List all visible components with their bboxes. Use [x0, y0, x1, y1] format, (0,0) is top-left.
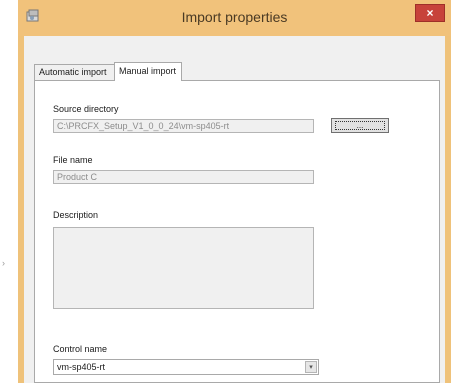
title-bar: Import properties ×: [18, 0, 451, 36]
description-label: Description: [53, 210, 99, 220]
tab-automatic-import[interactable]: Automatic import: [34, 64, 115, 80]
close-button[interactable]: ×: [415, 4, 445, 22]
control-name-value: vm-sp405-rt: [57, 362, 106, 372]
control-name-label: Control name: [53, 344, 108, 354]
window-title: Import properties: [181, 9, 288, 25]
browse-button[interactable]: ...: [331, 118, 389, 133]
description-textarea[interactable]: [53, 227, 314, 309]
tab-manual-import[interactable]: Manual import: [114, 62, 182, 81]
side-arrow-icon: ›: [2, 258, 5, 268]
dialog-client-area: Automatic import Manual import Source di…: [24, 36, 445, 383]
chevron-down-icon[interactable]: ▾: [305, 361, 317, 373]
browse-button-label: ...: [335, 121, 385, 130]
manual-import-panel: Source directory C:\PRCFX_Setup_V1_0_0_2…: [34, 80, 440, 383]
file-name-label: File name: [53, 155, 93, 165]
source-directory-field[interactable]: C:\PRCFX_Setup_V1_0_0_24\vm-sp405-rt: [53, 119, 314, 133]
source-directory-label: Source directory: [53, 104, 119, 114]
control-name-combobox[interactable]: vm-sp405-rt ▾: [53, 359, 319, 375]
file-name-field[interactable]: Product C: [53, 170, 314, 184]
import-properties-window: Import properties × Automatic import Man…: [18, 0, 451, 383]
